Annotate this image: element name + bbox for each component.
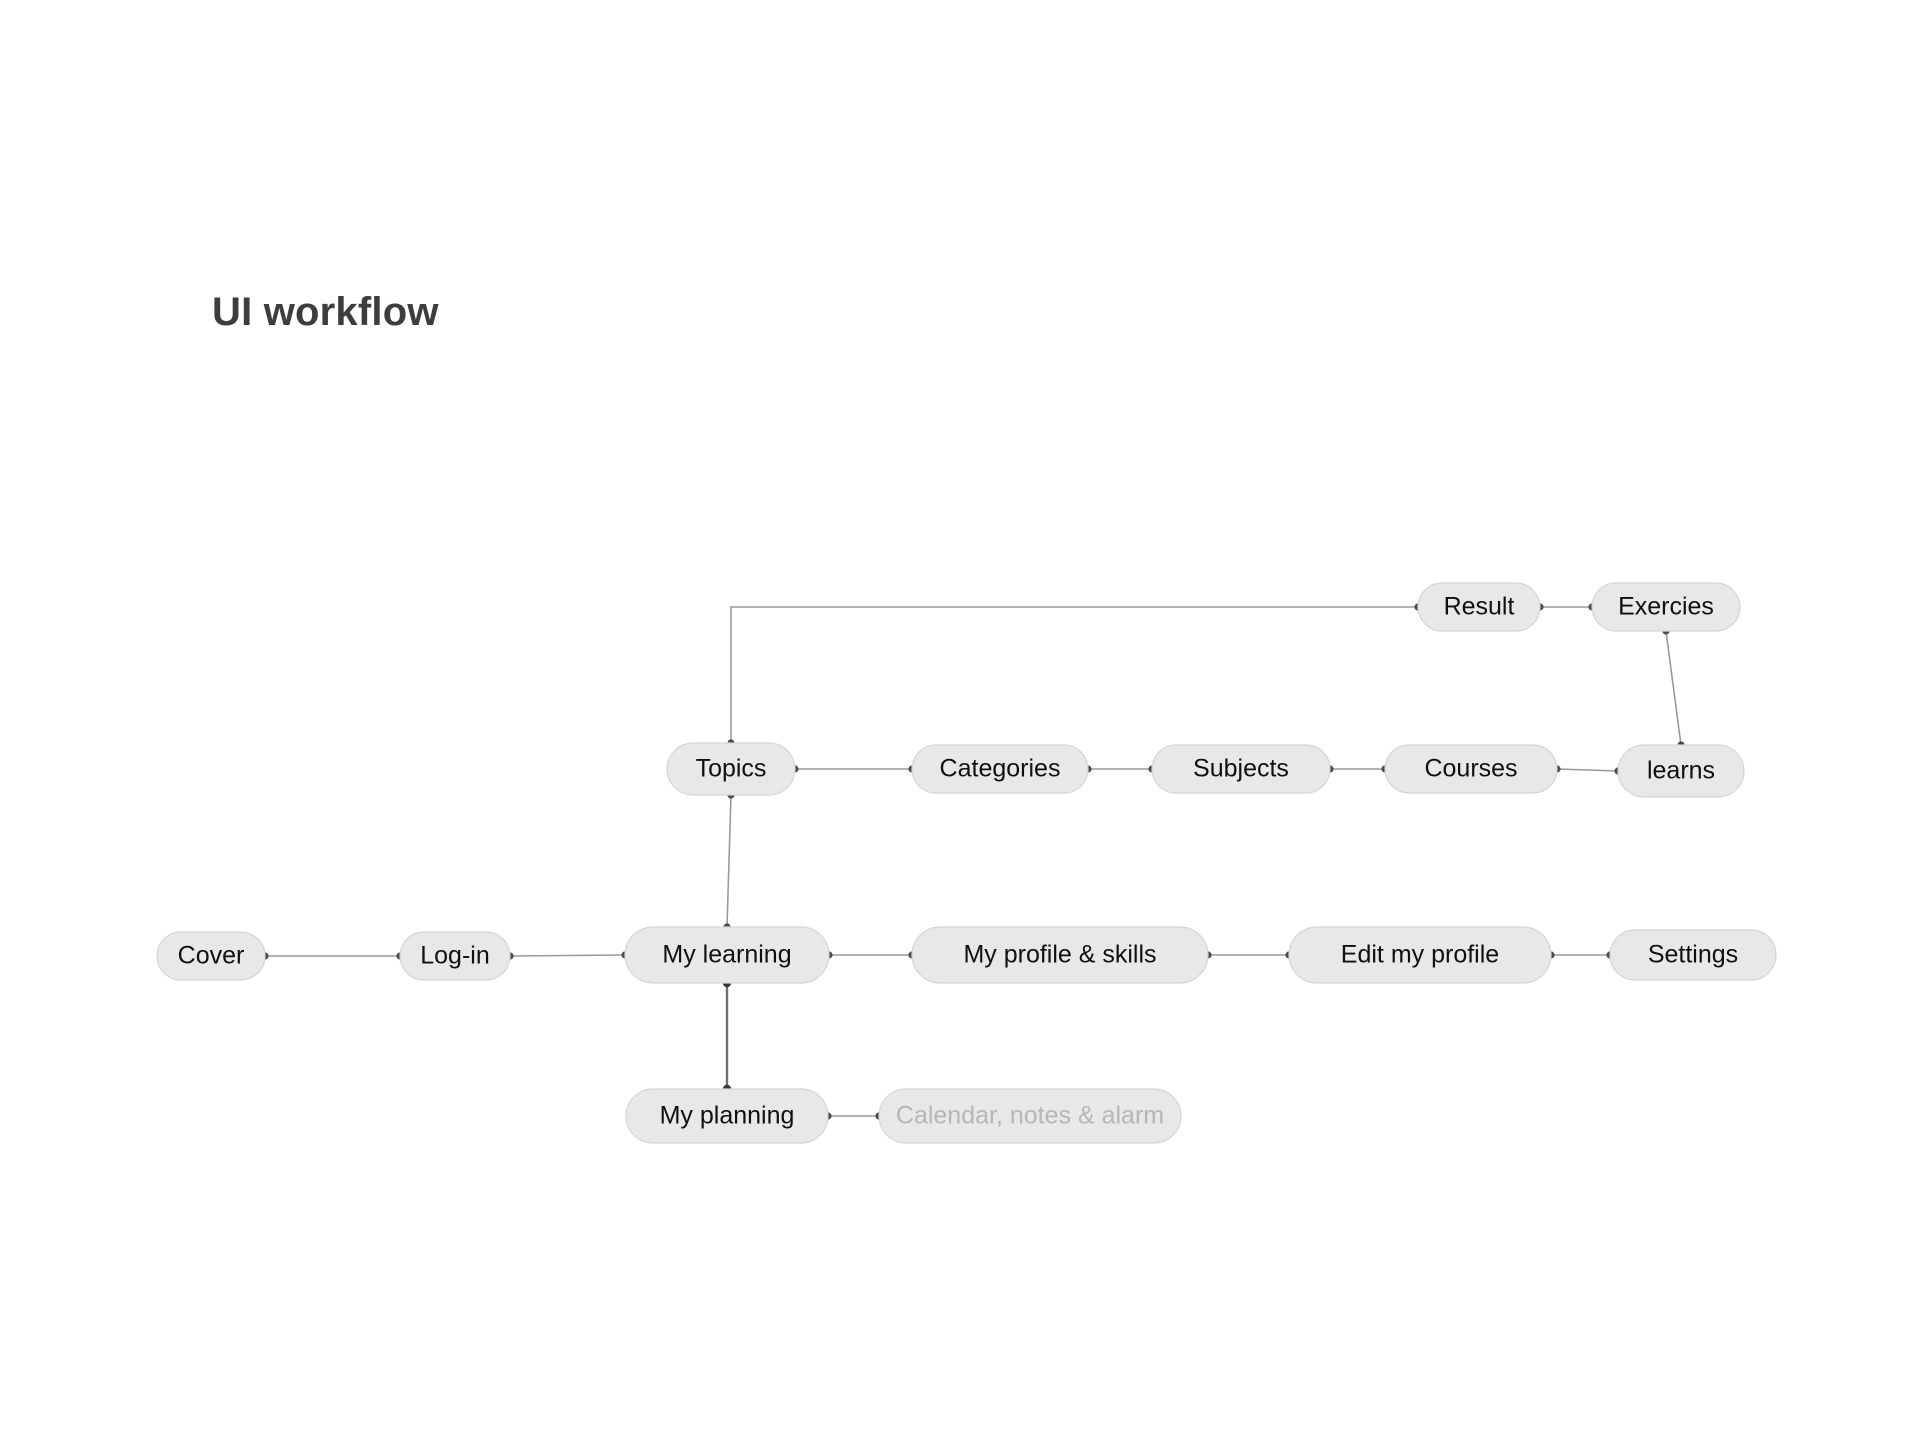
- workflow-diagram: Cover Log-in My learning My profile & skill…: [156, 582, 1777, 1144]
- node-label: Topics: [696, 755, 767, 783]
- diagram-canvas: UI workflow Cover Log-in My learning My pro…: [0, 0, 1920, 1440]
- node-mylearning[interactable]: My learning: [624, 926, 830, 984]
- node-categories[interactable]: Categories: [911, 744, 1089, 794]
- node-calendar[interactable]: Calendar, notes & alarm: [878, 1088, 1182, 1144]
- edge-topics-result: [730, 606, 1418, 743]
- node-login[interactable]: Log-in: [399, 931, 511, 981]
- node-learns[interactable]: learns: [1617, 744, 1745, 798]
- node-exercies[interactable]: Exercies: [1591, 582, 1741, 632]
- edge-exercies-learns: [1665, 630, 1682, 746]
- node-label: My learning: [662, 941, 791, 969]
- node-myprofile[interactable]: My profile & skills: [911, 926, 1209, 984]
- node-label: Result: [1444, 593, 1515, 621]
- edge-login-mylearning: [509, 954, 626, 957]
- node-courses[interactable]: Courses: [1384, 744, 1558, 794]
- node-label: Log-in: [420, 942, 490, 970]
- node-cover[interactable]: Cover: [156, 931, 266, 981]
- node-topics[interactable]: Topics: [666, 742, 796, 796]
- edge-topics-mylearning: [726, 794, 732, 928]
- node-label: Categories: [940, 755, 1061, 783]
- node-label: Cover: [178, 942, 245, 970]
- node-label: learns: [1647, 757, 1715, 785]
- node-label: Exercies: [1618, 593, 1714, 621]
- node-layer: Cover Log-in My learning My profile & skill…: [156, 582, 1777, 1144]
- node-label: Edit my profile: [1341, 941, 1499, 969]
- node-label: Calendar, notes & alarm: [896, 1102, 1164, 1130]
- node-subjects[interactable]: Subjects: [1151, 744, 1331, 794]
- node-editprofile[interactable]: Edit my profile: [1288, 926, 1552, 984]
- edge-courses-learns: [1556, 768, 1619, 772]
- node-label: My profile & skills: [963, 941, 1156, 969]
- node-label: Settings: [1648, 941, 1738, 969]
- node-label: My planning: [660, 1102, 795, 1130]
- node-label: Subjects: [1193, 755, 1289, 783]
- node-settings[interactable]: Settings: [1609, 929, 1777, 981]
- node-label: Courses: [1424, 755, 1517, 783]
- edge-layer: [261, 603, 1685, 1120]
- node-myplanning[interactable]: My planning: [625, 1088, 829, 1144]
- node-result[interactable]: Result: [1417, 582, 1541, 632]
